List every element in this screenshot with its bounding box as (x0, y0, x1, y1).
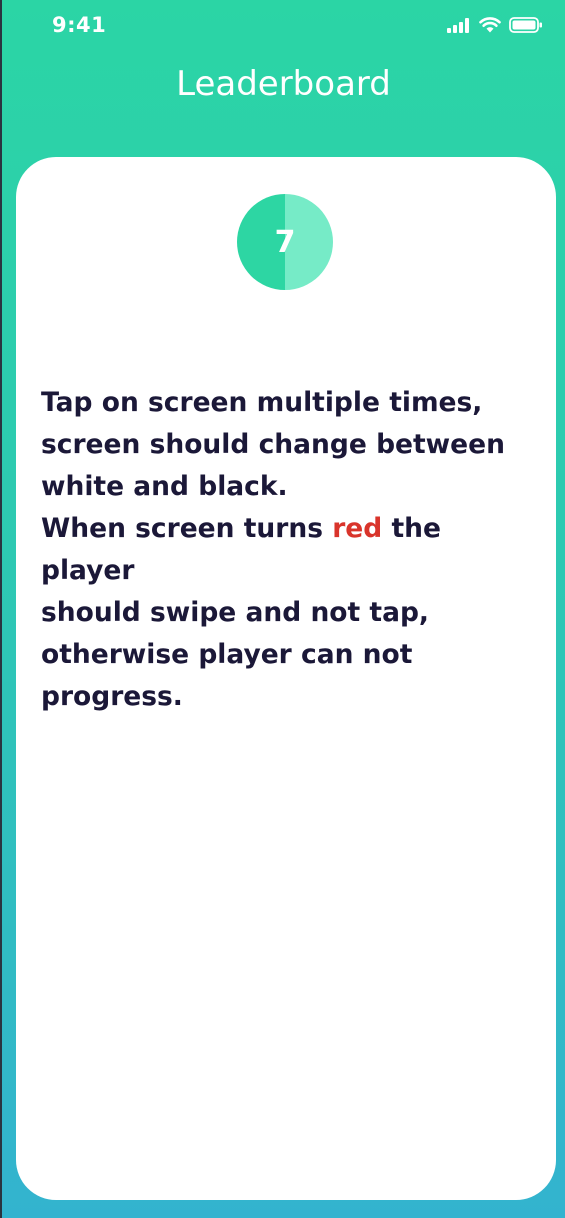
game-card[interactable]: 7 Tap on screen multiple times, screen s… (16, 157, 556, 1200)
game-screen[interactable]: 9:41 Leaderboard 7 Tap on screen multipl… (0, 0, 565, 1218)
instruction-text-before: When screen turns (41, 513, 333, 544)
countdown-timer: 7 (237, 194, 333, 290)
wifi-icon (479, 17, 501, 37)
instruction-line: When screen turns red the player (41, 508, 541, 592)
instruction-line: white and black. (41, 471, 288, 502)
instruction-line: screen should change between (41, 429, 505, 460)
battery-icon (509, 17, 543, 37)
status-bar: 9:41 (2, 0, 565, 52)
status-time: 9:41 (52, 13, 107, 37)
page-title: Leaderboard (176, 64, 391, 104)
timer-value: 7 (274, 224, 296, 260)
highlight-word-red: red (332, 513, 383, 544)
status-icons (447, 17, 543, 37)
instructions-text: Tap on screen multiple times, screen sho… (41, 382, 541, 718)
instruction-line: should swipe and not tap, (41, 597, 429, 628)
instruction-line: Tap on screen multiple times, (41, 387, 483, 418)
instruction-line: otherwise player can not (41, 639, 413, 670)
signal-icon (447, 17, 471, 37)
instruction-line: progress. (41, 681, 183, 712)
